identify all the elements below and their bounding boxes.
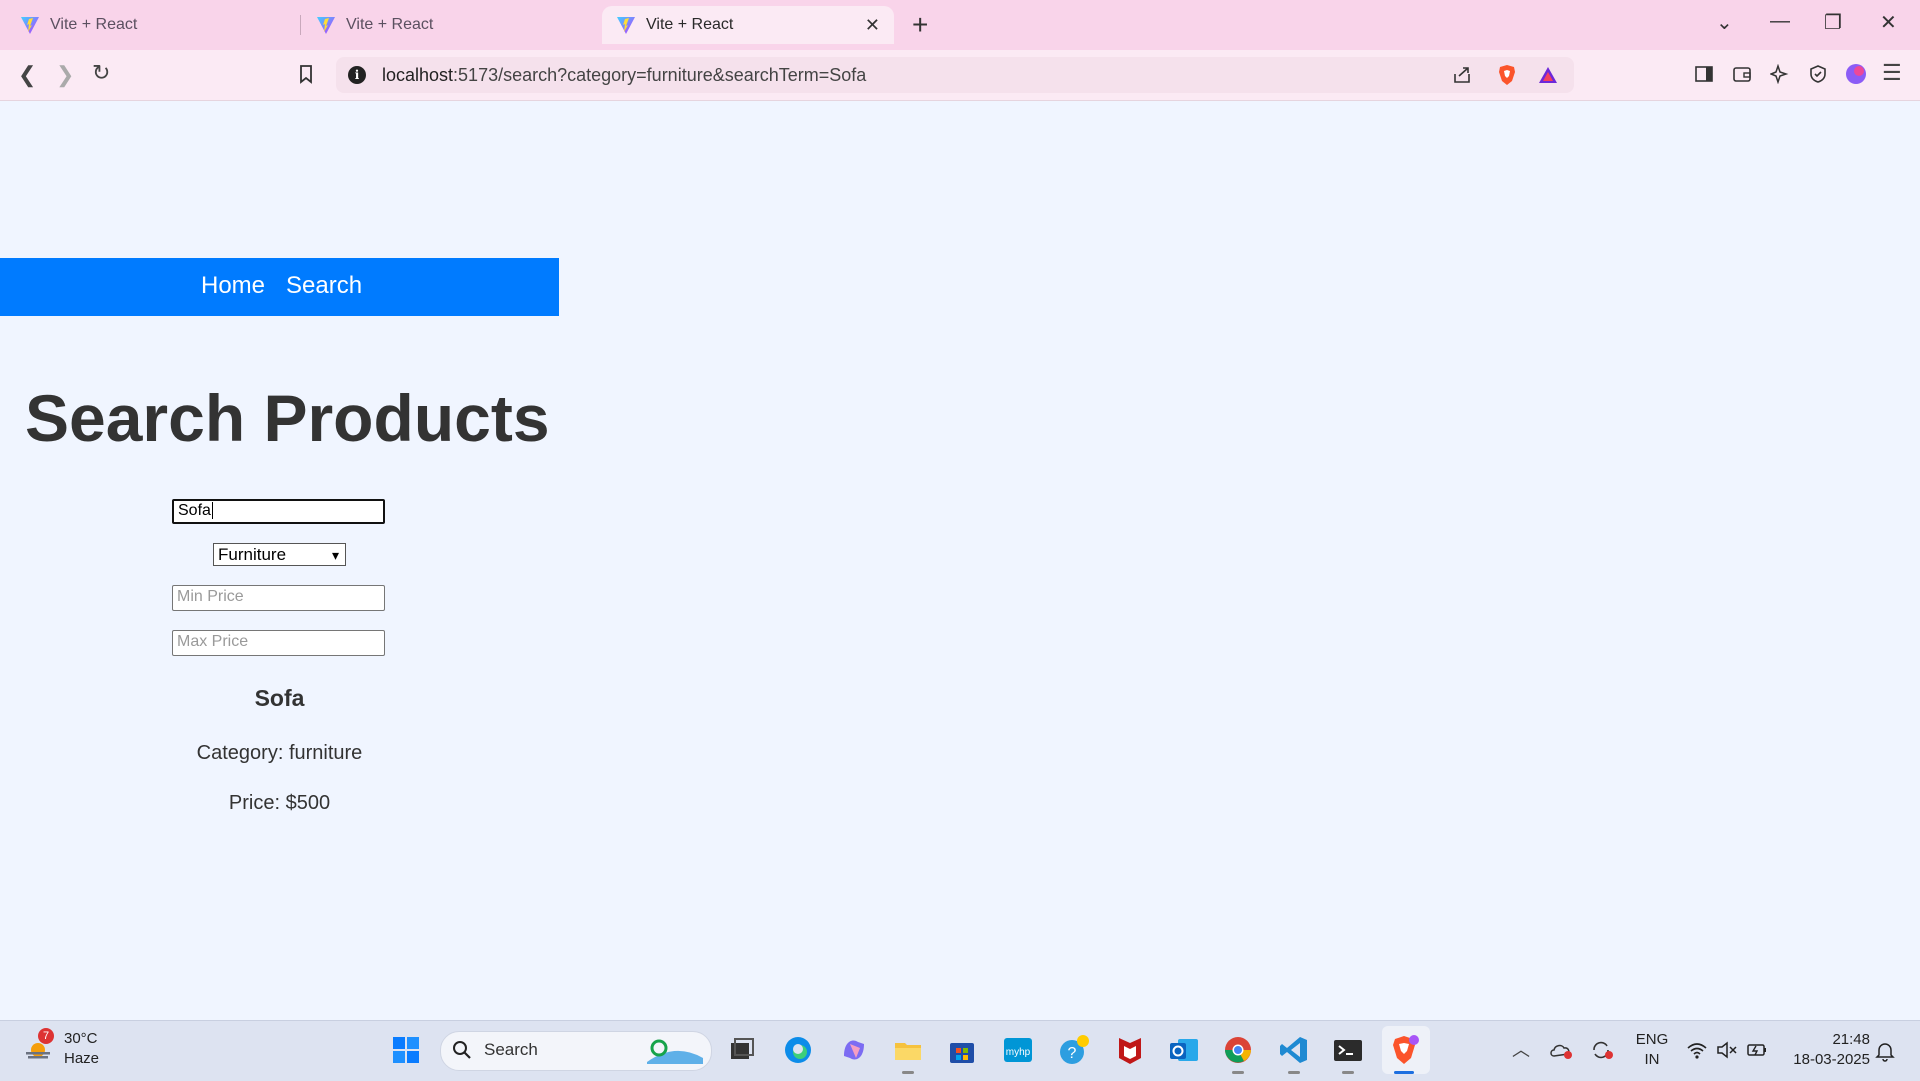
browser-tab[interactable]: Vite + React: [20, 0, 290, 50]
vpn-shield-icon[interactable]: [1808, 64, 1828, 84]
wifi-icon[interactable]: [1686, 1040, 1708, 1060]
search-input[interactable]: Sofa: [172, 499, 385, 524]
close-window-icon[interactable]: ✕: [1880, 10, 1897, 35]
max-price-input[interactable]: Max Price: [172, 630, 385, 656]
url-path: :5173/search?category=furniture&searchTe…: [453, 65, 867, 85]
running-indicator: [902, 1071, 914, 1074]
notification-bell-icon[interactable]: [1874, 1040, 1896, 1062]
svg-text:myhp: myhp: [1006, 1047, 1031, 1058]
weather-alert-badge: 7: [38, 1028, 54, 1044]
wallet-icon[interactable]: [1732, 64, 1752, 84]
weather-description[interactable]: Haze: [64, 1050, 99, 1067]
brave-browser-icon[interactable]: [1388, 1034, 1420, 1066]
brave-rewards-icon[interactable]: [1538, 65, 1558, 85]
microsoft-store-icon[interactable]: [946, 1034, 978, 1066]
address-bar[interactable]: i localhost:5173/search?category=furnitu…: [336, 57, 1574, 93]
search-icon: [453, 1041, 471, 1059]
browser-tab-strip: Vite + React Vite + React Vite + React ✕…: [0, 0, 1920, 50]
profile-avatar-icon[interactable]: [1845, 63, 1867, 85]
language-indicator-top[interactable]: ENG: [1634, 1031, 1670, 1048]
outlook-icon[interactable]: [1168, 1034, 1200, 1066]
vite-logo-icon: [617, 17, 635, 34]
weather-temperature[interactable]: 30°C: [64, 1030, 98, 1047]
running-indicator: [1342, 1071, 1354, 1074]
site-navbar: Home Search: [0, 258, 559, 316]
url-host: localhost: [382, 65, 454, 85]
terminal-icon[interactable]: [1332, 1034, 1364, 1066]
taskbar-search-label: Search: [484, 1040, 538, 1059]
product-category: Category: furniture: [196, 742, 363, 764]
myhp-icon[interactable]: myhp: [1002, 1034, 1034, 1066]
file-explorer-icon[interactable]: [892, 1034, 924, 1066]
svg-text:?: ?: [1068, 1045, 1077, 1062]
reload-icon[interactable]: ↻: [92, 60, 110, 86]
product-name: Sofa: [254, 685, 305, 711]
edge-browser-icon[interactable]: [782, 1034, 814, 1066]
restore-icon[interactable]: ❐: [1824, 10, 1842, 35]
search-input-value: Sofa: [178, 502, 211, 519]
windows-start-icon[interactable]: [390, 1034, 422, 1066]
site-info-icon[interactable]: i: [348, 66, 366, 84]
leo-ai-icon[interactable]: [1770, 64, 1790, 84]
copilot-icon[interactable]: [838, 1034, 870, 1066]
min-price-input[interactable]: Min Price: [172, 585, 385, 611]
nav-link-home[interactable]: Home: [201, 272, 265, 300]
category-select[interactable]: Furniture ▾: [213, 543, 346, 566]
battery-charging-icon[interactable]: [1746, 1040, 1768, 1060]
vscode-icon[interactable]: [1278, 1034, 1310, 1066]
sync-alert-icon[interactable]: [1590, 1040, 1614, 1060]
search-highlight-icon: [647, 1039, 703, 1064]
max-price-placeholder: Max Price: [177, 633, 249, 650]
mcafee-icon[interactable]: [1114, 1034, 1146, 1066]
product-price: Price: $500: [228, 792, 331, 814]
min-price-placeholder: Min Price: [177, 588, 244, 605]
close-tab-icon[interactable]: ✕: [865, 15, 880, 36]
sidebar-icon[interactable]: [1694, 64, 1714, 84]
chrome-icon[interactable]: [1222, 1034, 1254, 1066]
clock-time[interactable]: 21:48: [1780, 1031, 1870, 1048]
page-title: Search Products: [25, 381, 550, 455]
onedrive-error-icon[interactable]: [1550, 1040, 1574, 1060]
vite-logo-icon: [21, 17, 39, 34]
nav-link-search[interactable]: Search: [286, 272, 362, 300]
back-icon[interactable]: ❮: [18, 62, 36, 88]
menu-icon[interactable]: ☰: [1882, 60, 1902, 86]
category-select-value: Furniture: [218, 545, 287, 564]
show-hidden-icons-chevron-icon[interactable]: ︿: [1512, 1036, 1530, 1062]
browser-tab[interactable]: Vite + React: [316, 0, 586, 50]
browser-tab-active[interactable]: Vite + React ✕: [602, 6, 894, 44]
minimize-icon[interactable]: —: [1770, 10, 1790, 33]
text-cursor: [211, 502, 213, 519]
vite-logo-icon: [317, 17, 335, 34]
bookmark-icon[interactable]: [296, 64, 316, 84]
new-tab-icon[interactable]: +: [912, 8, 928, 42]
tab-title: Vite + React: [346, 16, 434, 33]
tab-search-chevron-icon[interactable]: ⌄: [1716, 10, 1733, 35]
tab-separator: [300, 15, 301, 35]
language-indicator-bottom[interactable]: IN: [1634, 1051, 1670, 1068]
task-view-icon[interactable]: [726, 1034, 758, 1066]
volume-muted-icon[interactable]: [1716, 1040, 1738, 1060]
brave-shields-icon[interactable]: [1496, 64, 1518, 86]
forward-icon[interactable]: ❯: [56, 62, 74, 88]
url-text[interactable]: localhost:5173/search?category=furniture…: [382, 65, 866, 86]
share-icon[interactable]: [1452, 65, 1472, 85]
help-icon[interactable]: ?: [1058, 1034, 1090, 1066]
running-indicator: [1232, 1071, 1244, 1074]
clock-date[interactable]: 18-03-2025: [1770, 1051, 1870, 1068]
tab-title: Vite + React: [50, 16, 138, 33]
active-indicator: [1394, 1071, 1414, 1074]
chevron-down-icon: ▾: [331, 547, 339, 563]
running-indicator: [1288, 1071, 1300, 1074]
tab-title: Vite + React: [646, 16, 734, 33]
